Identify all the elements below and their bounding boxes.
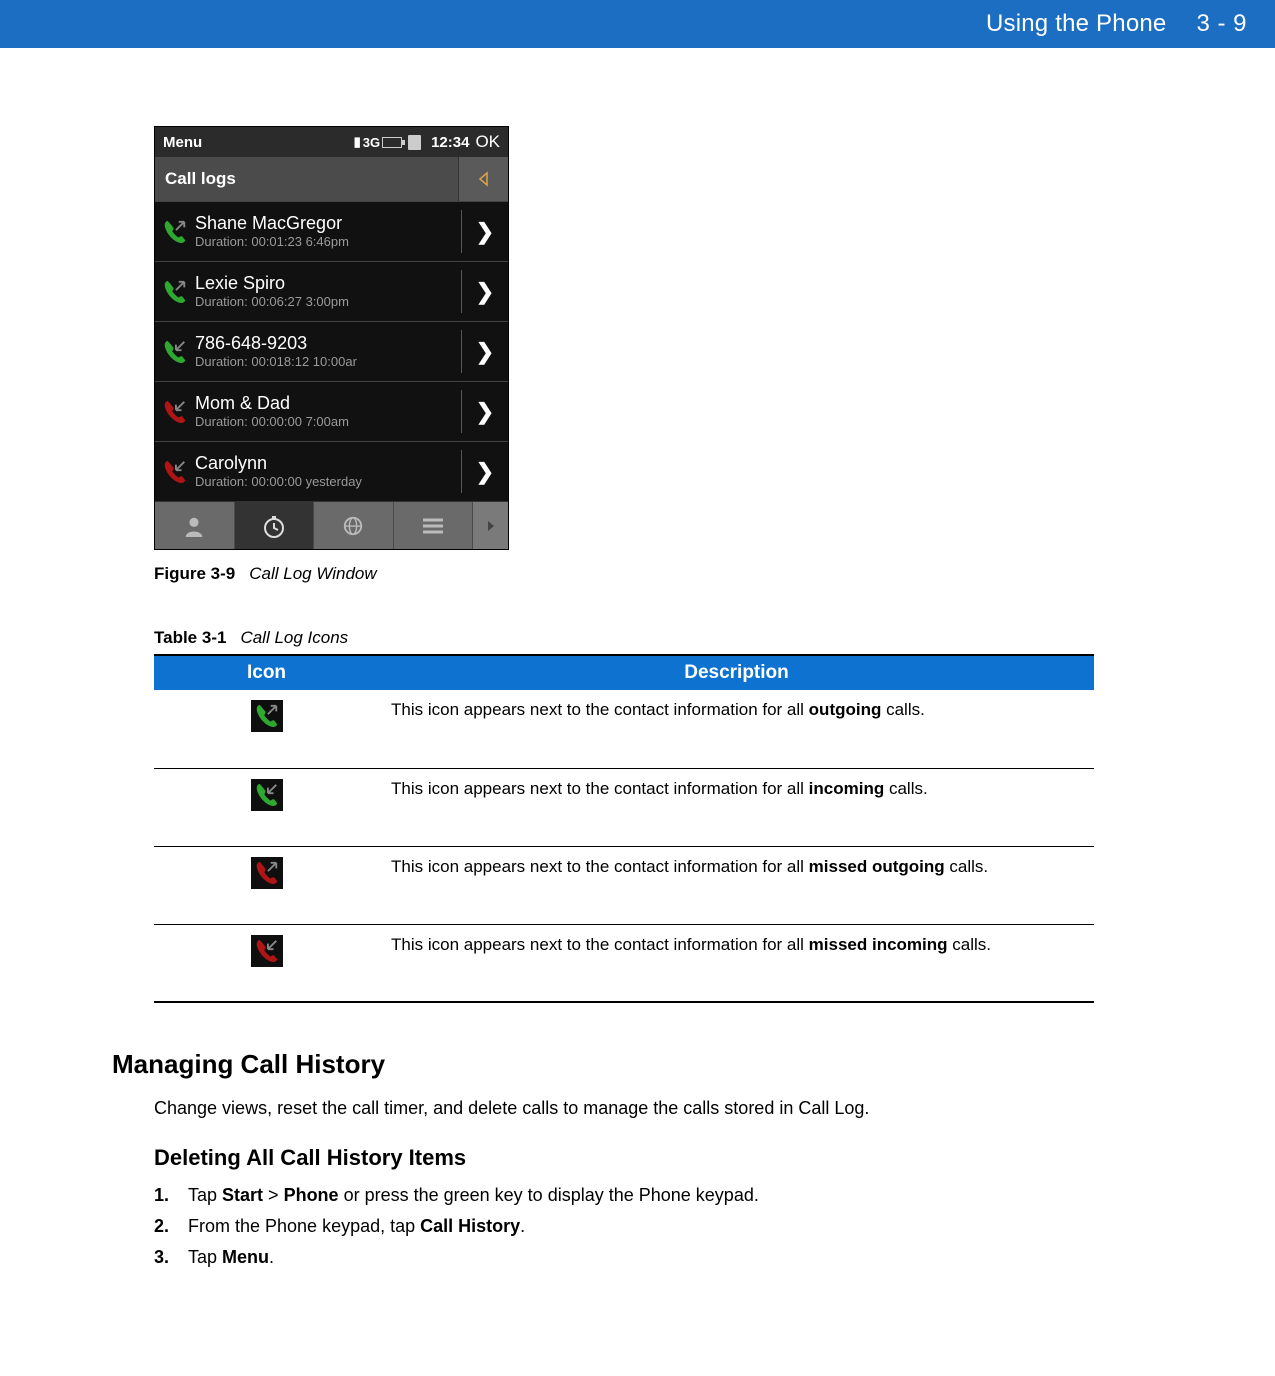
call-text: Lexie SpiroDuration: 00:06:27 3:00pm [195, 262, 461, 321]
step-item: 3.Tap Menu. [154, 1247, 1245, 1268]
description-cell: This icon appears next to the contact in… [379, 846, 1094, 924]
steps-list: 1.Tap Start > Phone or press the green k… [154, 1185, 1245, 1268]
th-description: Description [379, 655, 1094, 690]
back-button [458, 157, 508, 201]
phone-bottom-bar [155, 501, 508, 549]
call-type-icon [155, 262, 195, 321]
missed-incoming-icon [251, 935, 283, 967]
step-text: Tap Start > Phone or press the green key… [188, 1185, 759, 1206]
figure-label: Figure 3-9 [154, 564, 235, 583]
call-name: 786-648-9203 [195, 334, 461, 354]
call-log-row: Shane MacGregorDuration: 00:01:23 6:46pm… [155, 201, 508, 261]
section-paragraph: Change views, reset the call timer, and … [154, 1098, 1245, 1119]
chevron-right-icon: ❯ [462, 382, 508, 441]
call-text: CarolynnDuration: 00:00:00 yesterday [195, 442, 461, 501]
figure-caption: Figure 3-9 Call Log Window [154, 564, 1245, 584]
call-log-row: Lexie SpiroDuration: 00:06:27 3:00pm❯ [155, 261, 508, 321]
incoming-icon [251, 779, 283, 811]
storage-icon [408, 135, 421, 150]
call-name: Mom & Dad [195, 394, 461, 414]
step-number: 1. [154, 1185, 188, 1206]
chevron-right-icon: ❯ [462, 202, 508, 261]
step-text: Tap Menu. [188, 1247, 274, 1268]
header-page: 3 - 9 [1196, 10, 1247, 38]
call-log-row: 786-648-9203Duration: 00:018:12 10:00ar❯ [155, 321, 508, 381]
call-type-icon [155, 442, 195, 501]
network-icon: 3G [363, 135, 380, 150]
subsection-heading: Deleting All Call History Items [154, 1145, 1245, 1171]
table-row: This icon appears next to the contact in… [154, 690, 1094, 768]
phone-header-label: Call logs [155, 157, 458, 201]
call-detail: Duration: 00:018:12 10:00ar [195, 354, 461, 369]
table-row: This icon appears next to the contact in… [154, 768, 1094, 846]
call-log-row: CarolynnDuration: 00:00:00 yesterday❯ [155, 441, 508, 501]
figure-title: Call Log Window [249, 564, 376, 583]
page-header: Using the Phone 3 - 9 [0, 0, 1275, 48]
call-log-row: Mom & DadDuration: 00:00:00 7:00am❯ [155, 381, 508, 441]
call-text: Shane MacGregorDuration: 00:01:23 6:46pm [195, 202, 461, 261]
tab-contacts-icon [155, 502, 235, 549]
call-name: Shane MacGregor [195, 214, 461, 234]
call-name: Lexie Spiro [195, 274, 461, 294]
phone-screenshot: Menu ▮ 3G 12:34 OK Call logs Shane MacGr… [154, 126, 509, 550]
th-icon: Icon [154, 655, 379, 690]
call-name: Carolynn [195, 454, 461, 474]
description-cell: This icon appears next to the contact in… [379, 690, 1094, 768]
missed-outgoing-icon [251, 857, 283, 889]
section-heading: Managing Call History [112, 1049, 1245, 1080]
call-detail: Duration: 00:00:00 7:00am [195, 414, 461, 429]
call-type-icon [155, 202, 195, 261]
icon-table: Icon Description This icon appears next … [154, 654, 1094, 1003]
call-type-icon [155, 382, 195, 441]
step-item: 2.From the Phone keypad, tap Call Histor… [154, 1216, 1245, 1237]
header-title: Using the Phone [986, 10, 1166, 38]
step-number: 2. [154, 1216, 188, 1237]
table-caption: Table 3-1 Call Log Icons [154, 628, 1245, 648]
icon-cell [154, 924, 379, 1002]
table-label: Table 3-1 [154, 628, 226, 647]
outgoing-icon [251, 700, 283, 732]
table-title: Call Log Icons [240, 628, 348, 647]
table-row: This icon appears next to the contact in… [154, 846, 1094, 924]
call-detail: Duration: 00:06:27 3:00pm [195, 294, 461, 309]
icon-cell [154, 690, 379, 768]
ok-button: OK [475, 132, 500, 152]
chevron-right-icon: ❯ [462, 442, 508, 501]
signal-icon: ▮ [354, 134, 361, 150]
phone-status-bar: Menu ▮ 3G 12:34 OK [155, 127, 508, 157]
call-detail: Duration: 00:01:23 6:46pm [195, 234, 461, 249]
status-menu-label: Menu [163, 134, 354, 151]
description-cell: This icon appears next to the contact in… [379, 768, 1094, 846]
step-item: 1.Tap Start > Phone or press the green k… [154, 1185, 1245, 1206]
tab-menu-icon [394, 502, 474, 549]
tab-world-icon [314, 502, 394, 549]
chevron-right-icon: ❯ [462, 322, 508, 381]
icon-cell [154, 846, 379, 924]
call-type-icon [155, 322, 195, 381]
chevron-right-icon: ❯ [462, 262, 508, 321]
step-text: From the Phone keypad, tap Call History. [188, 1216, 525, 1237]
call-text: 786-648-9203Duration: 00:018:12 10:00ar [195, 322, 461, 381]
tab-calllog-icon [235, 502, 315, 549]
step-number: 3. [154, 1247, 188, 1268]
tab-more-icon [473, 502, 508, 549]
battery-icon [382, 137, 402, 148]
table-row: This icon appears next to the contact in… [154, 924, 1094, 1002]
status-time: 12:34 [431, 134, 469, 151]
call-text: Mom & DadDuration: 00:00:00 7:00am [195, 382, 461, 441]
icon-cell [154, 768, 379, 846]
call-detail: Duration: 00:00:00 yesterday [195, 474, 461, 489]
description-cell: This icon appears next to the contact in… [379, 924, 1094, 1002]
phone-header: Call logs [155, 157, 508, 201]
